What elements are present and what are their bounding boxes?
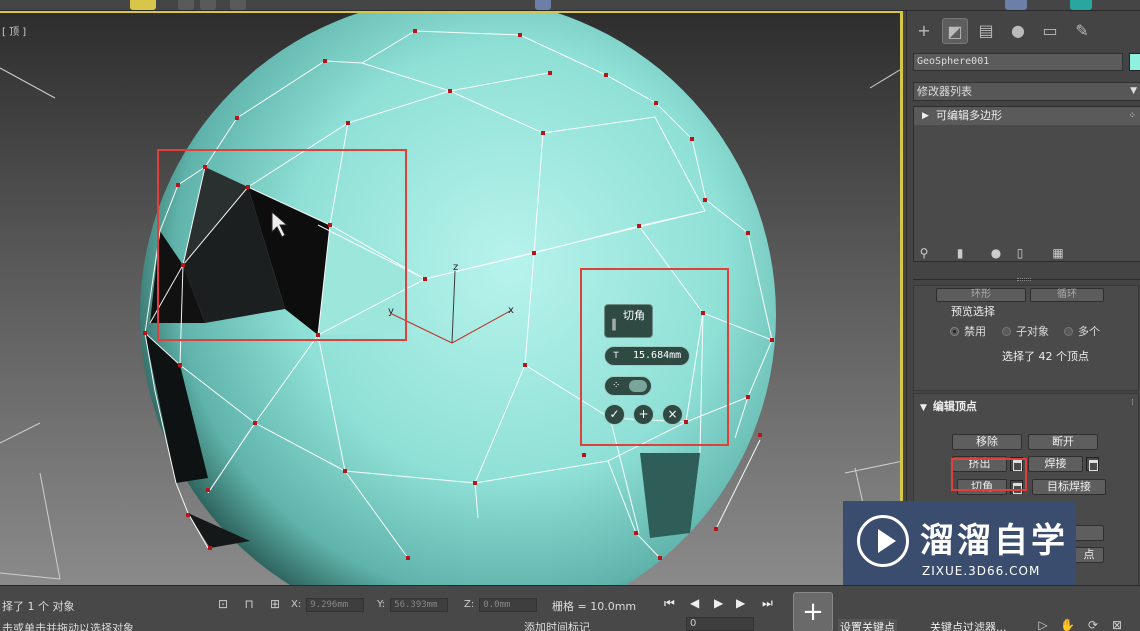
hierarchy-icon[interactable]: ▤	[973, 18, 999, 44]
preview-off-radio[interactable]: 禁用	[950, 323, 986, 339]
preview-subobject-radio[interactable]: 子对象	[1002, 323, 1049, 339]
ring-button[interactable]: 环形	[936, 288, 1026, 302]
highlight-box-caddy	[580, 268, 729, 446]
rollout-grip[interactable]	[1017, 278, 1031, 281]
watermark: 溜溜自学 ZIXUE.3D66.COM	[843, 501, 1076, 586]
watermark-en: ZIXUE.3D66.COM	[922, 564, 1041, 578]
main-toolbar	[0, 0, 1140, 11]
selection-rollout: 环形 循环 预览选择 禁用 子对象 多个 选择了 42 个顶点	[913, 285, 1139, 391]
preview-subobject-label: 子对象	[1016, 325, 1049, 338]
x-value[interactable]: 9.296mm	[306, 598, 365, 612]
go-to-start-icon[interactable]: ⏮	[664, 596, 675, 611]
select-tool-icon[interactable]	[130, 0, 156, 10]
motion-icon[interactable]: ●	[1005, 18, 1031, 44]
render-frame-icon[interactable]	[1070, 0, 1092, 10]
snap-tool-icon[interactable]	[535, 0, 551, 10]
move-tool-icon[interactable]	[178, 0, 194, 10]
weld-button[interactable]: 焊接	[1028, 456, 1083, 472]
watermark-logo	[857, 515, 909, 567]
set-key-big-button[interactable]: +	[793, 592, 833, 631]
render-setup-icon[interactable]	[1005, 0, 1027, 10]
break-button[interactable]: 断开	[1028, 434, 1098, 450]
make-unique-icon[interactable]: ●	[987, 244, 1005, 262]
show-end-result-icon[interactable]: ▮	[951, 244, 969, 262]
remove-button[interactable]: 移除	[952, 434, 1022, 450]
weight-button[interactable]	[1074, 525, 1104, 541]
hand-icon[interactable]: ✋	[1060, 618, 1075, 631]
grid-size: 栅格 = 10.0mm	[552, 600, 637, 613]
weld-settings-icon[interactable]	[1086, 457, 1099, 471]
lightbulb-icon[interactable]: ⁘	[1128, 107, 1136, 125]
modify-icon[interactable]: ◩	[942, 18, 968, 44]
loop-button[interactable]: 循环	[1030, 288, 1104, 302]
collapse-icon: ▼	[920, 403, 927, 413]
stack-toolbar: ⚲ ▮ ● ▯ ▦	[915, 244, 1135, 264]
preview-multi-radio[interactable]: 多个	[1064, 323, 1100, 339]
modifier-stack: ▶ 可编辑多边形 ⁘	[913, 106, 1140, 262]
watermark-cn: 溜溜自学	[920, 521, 1068, 561]
z-value[interactable]: 0.0mm	[479, 598, 538, 612]
app-window: [ 顶 ] z y x ∥ 切角 ⊤ 15.684mm ⁘ ✓ + × + ◩ …	[0, 0, 1140, 631]
perspective-viewport[interactable]: [ 顶 ] z y x ∥ 切角 ⊤ 15.684mm ⁘ ✓ + ×	[0, 11, 903, 585]
y-value[interactable]: 56.393mm	[390, 598, 449, 612]
command-panel-tabs: + ◩ ▤ ● ▭ ✎	[911, 18, 1137, 46]
chevron-down-icon: ▼	[1130, 86, 1137, 96]
orbit-icon[interactable]: ⟳	[1086, 618, 1100, 631]
play-icon[interactable]: ▶	[714, 596, 723, 610]
key-filters-button[interactable]: 关键点过滤器...	[930, 619, 1007, 631]
configure-sets-icon[interactable]: ▦	[1049, 244, 1067, 262]
remove-modifier-icon[interactable]: ▯	[1011, 244, 1029, 262]
rollout-pin-icon[interactable]: ⁞	[1131, 398, 1134, 408]
geosphere-mesh[interactable]: z y x	[0, 13, 903, 585]
modifier-list-label: 修改器列表	[917, 85, 972, 98]
previous-frame-icon[interactable]: ◀	[690, 596, 699, 610]
stack-item-label: 可编辑多边形	[936, 109, 1002, 122]
go-to-end-icon[interactable]: ⏭	[762, 596, 773, 611]
lock-icon[interactable]: ⊓	[242, 597, 256, 611]
absolute-mode-icon[interactable]: ⊞	[268, 597, 282, 611]
preview-multi-label: 多个	[1078, 325, 1100, 338]
y-label: Y:	[377, 599, 386, 610]
pin-stack-icon[interactable]: ⚲	[915, 244, 933, 262]
z-label: Z:	[464, 599, 475, 610]
add-time-tag[interactable]: 添加时间标记	[524, 619, 590, 631]
edit-vertices-header[interactable]: ▼ 编辑顶点	[920, 398, 977, 414]
edit-vertices-title: 编辑顶点	[932, 400, 977, 413]
scale-tool-icon[interactable]	[230, 0, 246, 10]
preview-off-label: 禁用	[964, 325, 986, 338]
preview-selection-title: 预览选择	[951, 305, 995, 318]
selection-status: 择了 1 个 对象	[2, 600, 75, 613]
object-color-swatch[interactable]	[1129, 53, 1140, 71]
gizmo-x-label: x	[508, 305, 514, 316]
selection-count: 选择了 42 个顶点	[1002, 350, 1089, 363]
pan-icon[interactable]: ▷	[1036, 618, 1050, 631]
target-weld-button[interactable]: 目标焊接	[1032, 479, 1106, 495]
set-key-button[interactable]: 设置关键点	[838, 619, 897, 631]
prompt-status: 击或单击并拖动以选择对象	[2, 622, 134, 631]
display-icon[interactable]: ▭	[1037, 18, 1063, 44]
gizmo-z-label: z	[453, 262, 458, 273]
expand-triangle-icon[interactable]: ▶	[922, 107, 929, 125]
create-icon[interactable]: +	[911, 18, 937, 44]
x-label: X:	[291, 599, 302, 610]
y-coordinate: Y: 56.393mm	[377, 598, 449, 612]
z-coordinate: Z: 0.0mm	[464, 598, 538, 612]
current-frame-field[interactable]: 0	[686, 617, 754, 631]
next-frame-icon[interactable]: ▶	[736, 596, 745, 610]
utilities-icon[interactable]: ✎	[1069, 18, 1095, 44]
command-panel: + ◩ ▤ ● ▭ ✎ GeoSphere001 修改器列表 ▼ ▶ 可编辑多边…	[906, 11, 1140, 603]
highlight-box-chamfer-button	[951, 458, 1027, 491]
x-coordinate: X: 9.296mm	[291, 598, 365, 612]
rotate-tool-icon[interactable]	[200, 0, 216, 10]
partial-button[interactable]: 点	[1074, 547, 1104, 563]
modifier-list-dropdown[interactable]: 修改器列表 ▼	[913, 82, 1140, 101]
isolate-icon[interactable]: ⊡	[216, 597, 230, 611]
highlight-box-chamfered-vertex	[157, 149, 407, 341]
status-bar: 择了 1 个 对象 击或单击并拖动以选择对象 ⊡ ⊓ ⊞ X: 9.296mm Y…	[0, 585, 1140, 631]
stack-item-editable-poly[interactable]: ▶ 可编辑多边形 ⁘	[914, 107, 1140, 125]
maximize-viewport-icon[interactable]: ⊠	[1110, 618, 1124, 631]
object-name-field[interactable]: GeoSphere001	[913, 53, 1123, 71]
